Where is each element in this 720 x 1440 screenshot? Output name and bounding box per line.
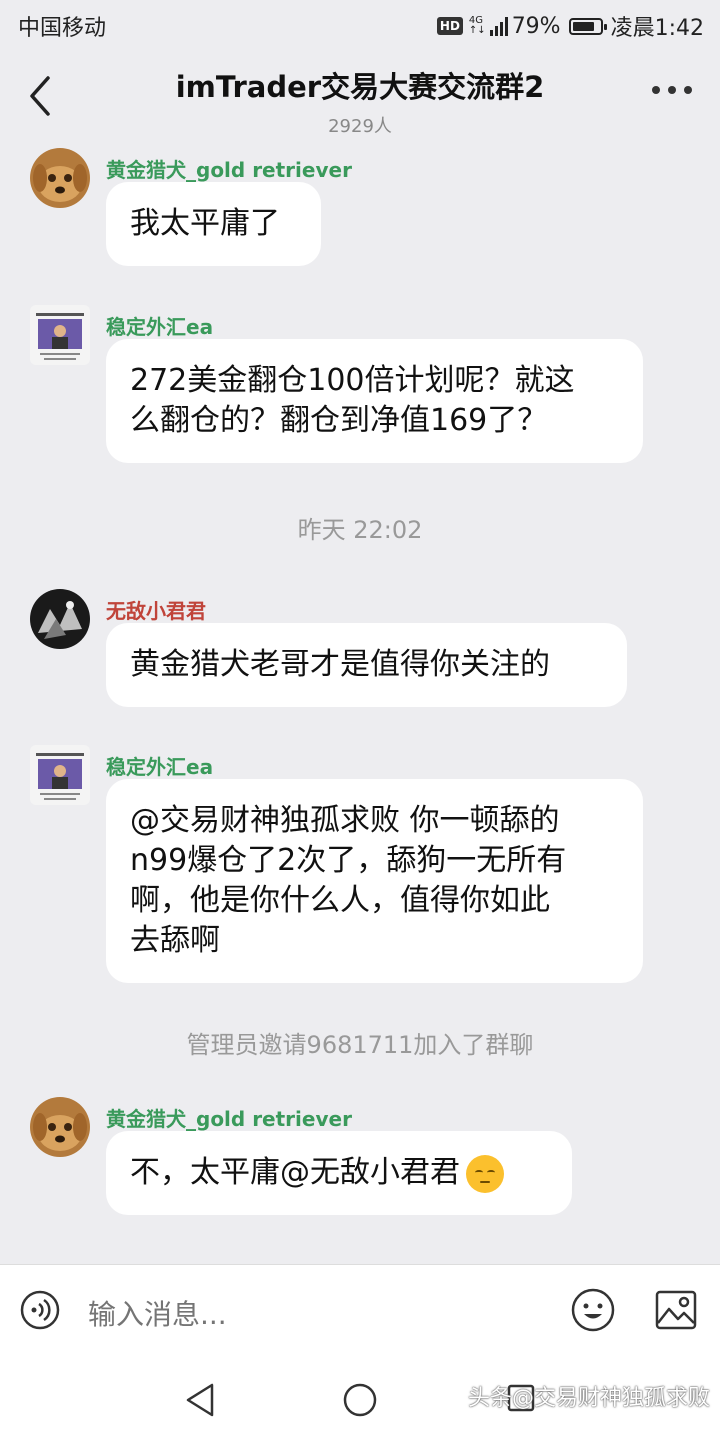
watermark: 头条@交易财神独孤求败 — [467, 1386, 710, 1411]
message-bubble[interactable]: 272美金翻仓100倍计划呢？就这 么翻仓的？翻仓到净值169了？ — [106, 339, 643, 463]
sender-name: 稳定外汇ea — [106, 755, 214, 779]
battery-percent: 79% — [511, 13, 561, 39]
message-text-line: @交易财神独孤求败 你一顿舔的 — [130, 803, 560, 838]
nav-home-icon[interactable] — [342, 1382, 378, 1418]
network-type-icon: 4G ↑↓ — [469, 16, 486, 36]
emoji-picker-icon[interactable] — [570, 1287, 616, 1333]
member-count: 2929人 — [328, 116, 392, 137]
message-input[interactable] — [86, 1293, 550, 1335]
clock: 凌晨1:42 — [610, 16, 704, 41]
sender-name: 稳定外汇ea — [106, 315, 214, 339]
message-text-line: 272美金翻仓100倍计划呢？就这 — [130, 363, 575, 398]
message-text: 我太平庸了 — [130, 206, 280, 241]
message-text-line: 啊，他是你什么人，值得你如此 — [130, 883, 550, 918]
image-picker-icon[interactable] — [654, 1289, 698, 1331]
sender-name: 无敌小君君 — [106, 599, 206, 623]
status-icons: HD 4G ↑↓ 79% 凌晨1:42 — [436, 10, 704, 42]
message-bubble[interactable]: 我太平庸了 — [106, 182, 321, 266]
status-bar: 中国移动 HD 4G ↑↓ 79% 凌晨1:42 — [0, 0, 720, 50]
battery-icon — [568, 17, 607, 35]
message-text-line: 去舔啊 — [130, 923, 220, 958]
hd-icon: HD — [436, 17, 463, 35]
group-title: imTrader交易大赛交流群2 — [175, 70, 545, 104]
sender-name: 黄金猎犬_gold retriever — [106, 1107, 352, 1131]
battery-level-fill — [572, 21, 594, 31]
timestamp-divider: 昨天 22:02 — [297, 516, 423, 544]
message-text: 不，太平庸@无敌小君君 — [130, 1155, 460, 1190]
message-text-row: 不，太平庸@无敌小君君 — [130, 1153, 548, 1193]
chat-header: imTrader交易大赛交流群2 2929人 — [0, 50, 720, 140]
system-nav-bar: 头条@交易财神独孤求败 — [0, 1360, 720, 1440]
avatar-wudi-xiaojunjun[interactable] — [30, 589, 90, 649]
avatar-gold-retriever[interactable] — [30, 1097, 90, 1157]
message-input-bar — [0, 1264, 720, 1361]
message-bubble[interactable]: @交易财神独孤求败 你一顿舔的 n99爆仓了2次了，舔狗一无所有 啊，他是你什么… — [106, 779, 643, 983]
system-notice: 管理员邀请9681711加入了群聊 — [186, 1031, 534, 1059]
nav-back-icon[interactable] — [184, 1382, 218, 1418]
carrier-name: 中国移动 — [18, 16, 107, 41]
voice-input-icon[interactable] — [20, 1290, 60, 1330]
pensive-face-emoji-icon — [466, 1154, 504, 1193]
message-text: 黄金猎犬老哥才是值得你关注的 — [130, 647, 550, 682]
message-text-line: n99爆仓了2次了，舔狗一无所有 — [130, 843, 567, 878]
network-activity-label: ↑↓ — [468, 25, 486, 36]
avatar-forex-ea[interactable] — [30, 305, 90, 365]
more-options-icon[interactable] — [652, 86, 692, 94]
avatar-gold-retriever[interactable] — [30, 148, 90, 208]
signal-icon — [488, 16, 508, 36]
message-bubble[interactable]: 不，太平庸@无敌小君君 — [106, 1131, 572, 1215]
avatar-forex-ea[interactable] — [30, 745, 90, 805]
message-text-line: 么翻仓的？翻仓到净值169了？ — [130, 403, 548, 438]
message-bubble[interactable]: 黄金猎犬老哥才是值得你关注的 — [106, 623, 627, 707]
sender-name: 黄金猎犬_gold retriever — [106, 158, 352, 182]
